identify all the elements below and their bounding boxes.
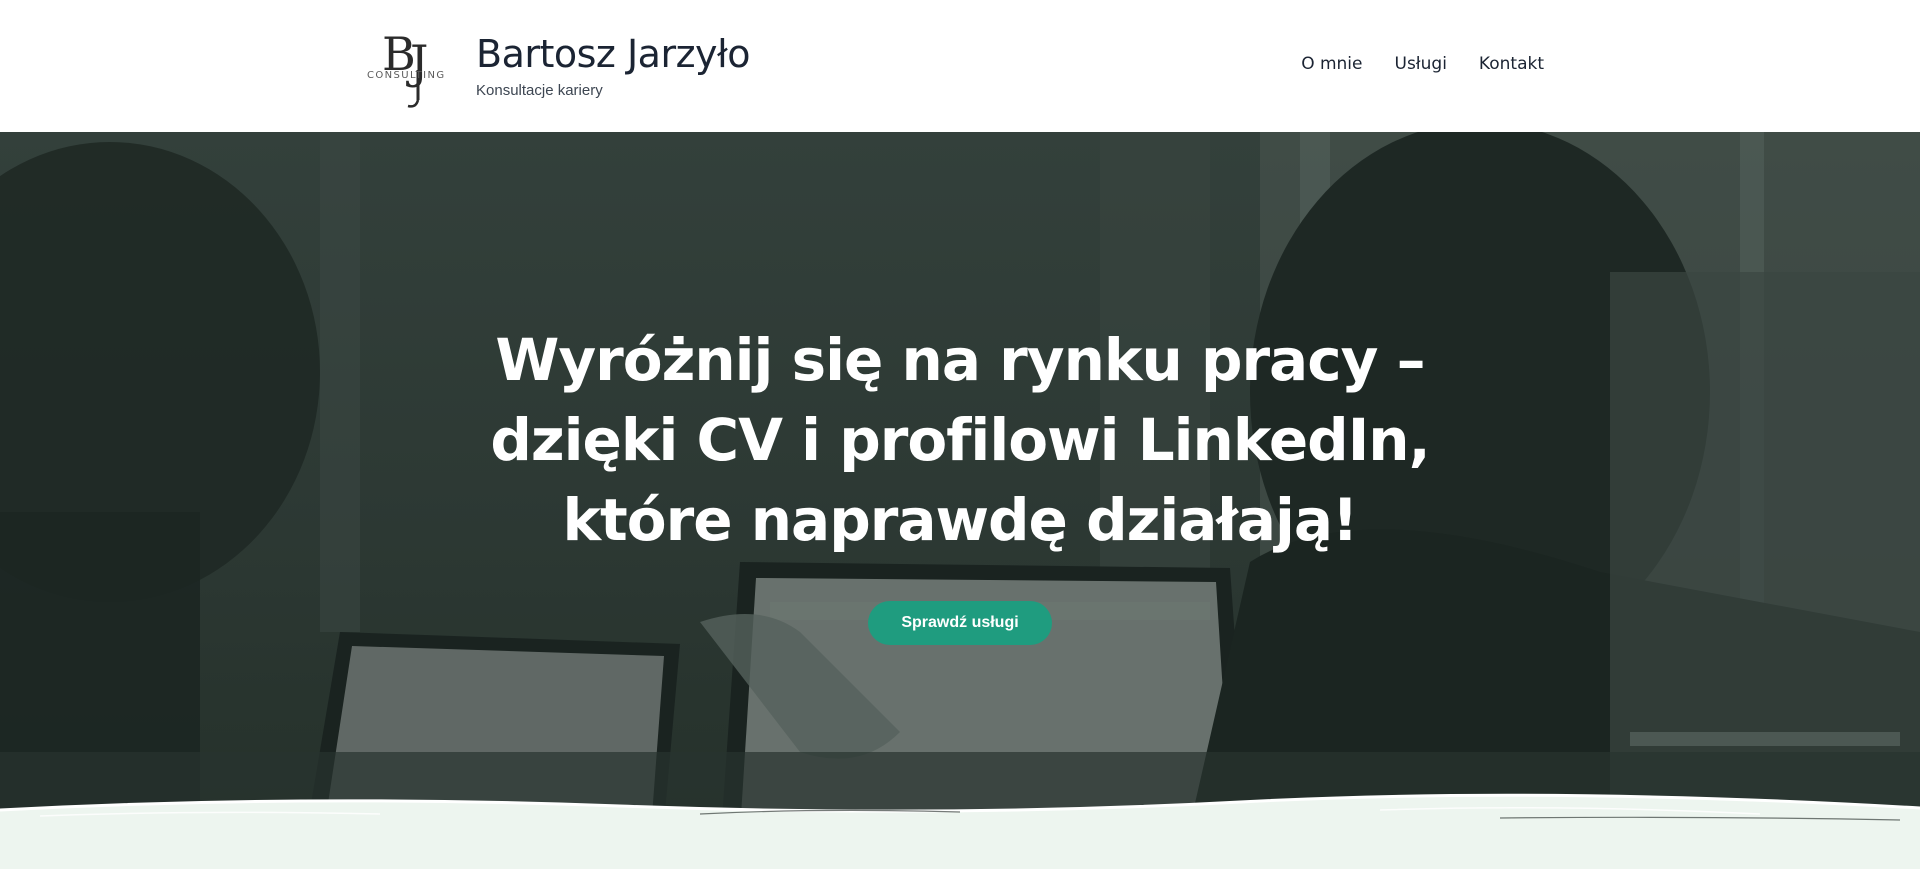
site-title: Bartosz Jarzyło	[476, 32, 751, 76]
site-header: B J CONSULTING Bartosz Jarzyło Konsultac…	[0, 0, 1920, 132]
nav-link-kontakt[interactable]: Kontakt	[1479, 54, 1544, 74]
hero-headline-line-3: które naprawdę działają!	[562, 486, 1358, 554]
nav-link-uslugi[interactable]: Usługi	[1395, 54, 1447, 74]
bj-consulting-logo: B J CONSULTING	[367, 27, 445, 108]
home-link[interactable]: B J CONSULTING Bartosz Jarzyło Konsultac…	[366, 26, 766, 110]
main-nav: O mnie Usługi Kontakt	[1301, 54, 1544, 74]
svg-text:CONSULTING: CONSULTING	[367, 70, 445, 81]
wave-divider	[0, 793, 1920, 869]
hero-headline-line-2: dzięki CV i profilowi LinkedIn,	[490, 406, 1430, 474]
nav-link-o-mnie[interactable]: O mnie	[1301, 54, 1362, 74]
check-services-button[interactable]: Sprawdź usługi	[868, 601, 1052, 645]
hero-headline: Wyróżnij się na rynku pracy – dzięki CV …	[460, 320, 1460, 560]
site-tagline: Konsultacje kariery	[476, 82, 603, 99]
hero-section: Wyróżnij się na rynku pracy – dzięki CV …	[0, 132, 1920, 869]
hero-headline-line-1: Wyróżnij się na rynku pracy –	[495, 326, 1425, 394]
